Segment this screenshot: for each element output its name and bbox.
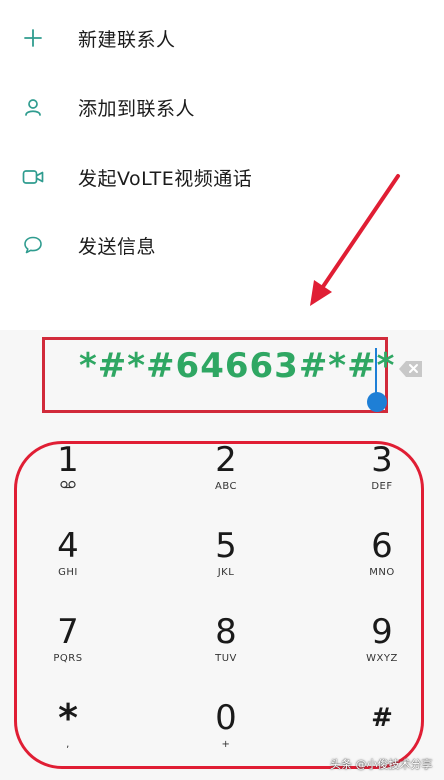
menu-item-send-message[interactable]: 发送信息 [0,220,444,270]
watermark: 头条 @小俊技术分享 [330,758,433,771]
key-letters: PQRS [53,653,83,664]
key-digit: 7 [57,612,79,652]
key-digit: 5 [215,526,237,566]
key-letters: JKL [217,567,235,578]
menu-item-label: 发送信息 [78,235,157,258]
key-digit: 4 [57,526,79,566]
key-letters: MNO [369,567,395,578]
dial-key-3[interactable]: 3 DEF [342,440,422,510]
key-digit: 9 [371,612,393,652]
person-icon [22,96,44,118]
dial-key-6[interactable]: 6 MNO [342,526,422,596]
key-letters: TUV [215,653,237,664]
key-digit: 8 [215,612,237,652]
message-bubble-icon [22,234,44,256]
key-digit: 6 [371,526,393,566]
dial-key-8[interactable]: 8 TUV [186,612,266,682]
cursor-handle[interactable] [367,392,387,412]
text-cursor [375,348,377,394]
context-menu: 新建联系人 添加到联系人 发起VoLTE视频通话 发送信息 [0,0,444,330]
dial-key-0[interactable]: 0 + [186,698,266,768]
menu-item-label: 添加到联系人 [78,97,196,120]
menu-item-label: 新建联系人 [78,28,176,51]
dialed-number-field[interactable]: *#*#64663#*#* [42,337,394,413]
key-digit: * [58,696,78,740]
video-camera-icon [22,166,44,188]
key-letters: ABC [214,481,237,492]
dial-key-7[interactable]: 7 PQRS [28,612,108,682]
voicemail-icon [28,480,108,494]
key-digit: 1 [57,440,79,480]
key-letters: DEF [371,481,393,492]
dial-key-5[interactable]: 5 JKL [186,526,266,596]
dial-key-1[interactable]: 1 [28,440,108,510]
backspace-icon[interactable] [398,360,424,378]
menu-item-add-to-contact[interactable]: 添加到联系人 [0,82,444,132]
dial-key-2[interactable]: 2 ABC [186,440,266,510]
key-letters: GHI [58,567,78,578]
key-digit: 0 [215,698,237,738]
dialed-number: *#*#64663#*#* [79,346,396,386]
key-letters: WXYZ [366,653,398,664]
menu-item-volte-video-call[interactable]: 发起VoLTE视频通话 [0,152,444,202]
key-letters: + [221,739,231,750]
menu-item-new-contact[interactable]: 新建联系人 [0,13,444,63]
key-digit: 3 [371,440,393,480]
plus-icon [22,27,44,49]
key-digit: 2 [215,440,237,480]
key-digit: # [371,703,393,733]
key-letters: , [66,739,70,750]
dial-key-4[interactable]: 4 GHI [28,526,108,596]
dial-key-9[interactable]: 9 WXYZ [342,612,422,682]
menu-item-label: 发起VoLTE视频通话 [78,167,253,190]
dial-key-star[interactable]: * , [28,698,108,768]
